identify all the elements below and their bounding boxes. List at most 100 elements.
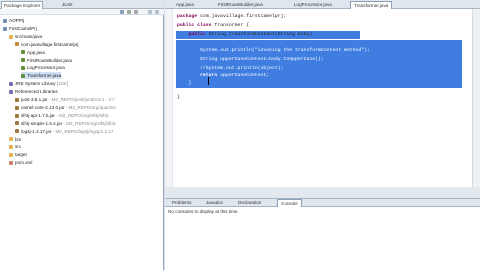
- tree-item-label: bin: [15, 136, 22, 142]
- tree-item[interactable]: pom.xml: [9, 159, 32, 166]
- java-icon: [21, 50, 25, 55]
- code-token: //System.out.println(object);: [200, 66, 284, 71]
- tab-first-route-builder-java[interactable]: FirstRouteBuilder.java: [215, 1, 266, 9]
- collapse-all-icon[interactable]: [120, 10, 124, 14]
- project-icon: [3, 18, 7, 23]
- code-token: public: [188, 32, 206, 37]
- minimize-icon[interactable]: [148, 10, 152, 14]
- tree-item[interactable]: FirstCamelPrj: [3, 25, 37, 32]
- tree-item-path: - M2_REPO/junit/junit/3.8.1 - C:\: [47, 97, 115, 102]
- tree-item-label: slf4j-api-1.7.5.jar: [21, 112, 55, 118]
- tree-item[interactable]: JRE System Library [JDK]: [9, 80, 68, 87]
- tree-item[interactable]: src/main/java: [9, 33, 42, 40]
- tree-item-path: [JDK]: [55, 81, 69, 87]
- tab-problems[interactable]: Problems: [169, 199, 194, 207]
- tree-item-label: camel-core-2.13.0.jar: [21, 104, 65, 110]
- tree-item-label: log4j-1.2.17.jar: [21, 128, 52, 134]
- package-explorer: Package Explorer JUnit AOPPrj FirstCamelP…: [0, 0, 164, 270]
- tree-item[interactable]: FirstRouteBuilder.java: [21, 57, 72, 64]
- tree-item-path: - M2_REPO/org/slf4j/slf4j-: [54, 112, 110, 118]
- panel-separator[interactable]: [165, 187, 480, 198]
- editor-tabbar: App.java FirstRouteBuilder.java LogProce…: [165, 0, 480, 9]
- code-token: com.javavillage.firstcamelprj;: [197, 14, 287, 19]
- code-token: }: [177, 81, 192, 86]
- code-token: );: [364, 48, 370, 53]
- java-icon: [21, 58, 25, 63]
- tab-console[interactable]: Console: [277, 199, 302, 207]
- code-token: upperCaseContent;: [217, 73, 270, 78]
- tree-item[interactable]: camel-core-2.13.0.jar - M2_REPO/org/apac…: [15, 104, 116, 111]
- tree-item[interactable]: slf4j-simple-1.6.4.jar - M2_REPO/org/slf…: [15, 120, 116, 127]
- package-explorer-toolbar: [0, 9, 164, 15]
- code-token: }: [177, 95, 180, 100]
- tree-item[interactable]: log4j-1.2.17.jar - M2_REPO/log4j/log4j/1…: [15, 128, 113, 135]
- folder-icon: [9, 137, 13, 142]
- tab-junit[interactable]: JUnit: [60, 1, 74, 9]
- code-token: String upperCaseContent=body.toUpperCase…: [177, 57, 324, 62]
- code-token: String transformContent(String body): [205, 32, 313, 37]
- folder-icon: [9, 145, 13, 150]
- tree-item-path: - M2_REPO/log4j/log4j/1.2.17: [51, 128, 114, 134]
- tree-item[interactable]: Transformer.java: [21, 72, 62, 80]
- editor-scrollbar[interactable]: [472, 9, 480, 187]
- code-token: System.: [177, 48, 221, 53]
- tree-item[interactable]: LogProcessor.java: [21, 64, 65, 71]
- jar-icon: [15, 129, 19, 134]
- maximize-icon[interactable]: [155, 10, 159, 14]
- tree-item-label: Transformer.java: [27, 73, 62, 79]
- jar-icon: [15, 97, 19, 102]
- jar-icon: [15, 105, 19, 110]
- library-icon: [9, 89, 13, 94]
- tree-item[interactable]: com.javavillage.firstcamelprj: [15, 41, 78, 48]
- code-token: package: [177, 14, 198, 19]
- tree-item-label: LogProcessor.java: [27, 65, 65, 71]
- tree-item[interactable]: slf4j-api-1.7.5.jar - M2_REPO/org/slf4j/…: [15, 112, 109, 119]
- tree-item-label: junit-3.8.1.jar: [21, 97, 48, 102]
- tab-package-explorer[interactable]: Package Explorer: [1, 1, 44, 9]
- code-line: }: [177, 80, 192, 88]
- library-icon: [9, 81, 13, 86]
- tree-item[interactable]: src: [9, 143, 21, 150]
- xml-icon: [9, 160, 13, 165]
- tree-item-label: Referenced Libraries: [15, 89, 58, 95]
- package-explorer-tabbar: Package Explorer JUnit: [0, 0, 164, 9]
- code-token: public class: [177, 23, 212, 28]
- tab-declaration[interactable]: Declaration: [235, 199, 264, 207]
- package-icon: [15, 42, 19, 47]
- tab-transformer-java[interactable]: Transformer.java: [350, 1, 393, 9]
- text-cursor: [208, 77, 209, 85]
- code-token: out: [220, 48, 229, 53]
- jar-icon: [15, 113, 19, 118]
- tree-item-label: FirstCamelPrj: [9, 25, 37, 31]
- editor-ruler: [165, 9, 173, 187]
- tree-item-label: com.javavillage.firstcamelprj: [21, 41, 79, 47]
- tab-app-java[interactable]: App.java: [173, 1, 197, 9]
- code-line: return upperCaseContent;: [177, 72, 269, 80]
- view-menu-icon[interactable]: [134, 10, 138, 14]
- tree-item[interactable]: bin: [9, 136, 21, 143]
- tree-item-label: JRE System Library: [15, 81, 56, 87]
- tab-javadoc[interactable]: Javadoc: [203, 199, 226, 207]
- code-token: "invoking the transformContent method": [254, 48, 365, 53]
- code-token: .println(: [228, 48, 255, 53]
- tree-item-path: - M2_REPO/org/apache/: [64, 104, 116, 110]
- jar-icon: [15, 121, 19, 126]
- tab-log-processor-java[interactable]: LogProcessor.java: [291, 1, 335, 9]
- tree-item[interactable]: target: [9, 151, 27, 158]
- tree-item[interactable]: junit-3.8.1.jar - M2_REPO/junit/junit/3.…: [15, 96, 114, 103]
- java-icon: [21, 66, 25, 71]
- tree-item-label: AOPPrj: [9, 18, 25, 23]
- tree-item-label: slf4j-simple-1.6.4.jar: [21, 120, 63, 126]
- tree-item[interactable]: Referenced Libraries: [9, 88, 58, 95]
- code-line: }: [177, 94, 180, 102]
- tree-item-label: pom.xml: [15, 160, 33, 166]
- link-with-editor-icon[interactable]: [127, 10, 131, 14]
- tree-item[interactable]: App.java: [21, 49, 45, 56]
- code-line: System.out.println("invoking the transfo…: [177, 47, 370, 55]
- console-empty-message: No consoles to display at this time.: [168, 209, 239, 214]
- tree-item[interactable]: AOPPrj: [3, 17, 24, 24]
- tree-item-label: src: [15, 144, 22, 150]
- code-line: public class Transormer {: [177, 22, 249, 30]
